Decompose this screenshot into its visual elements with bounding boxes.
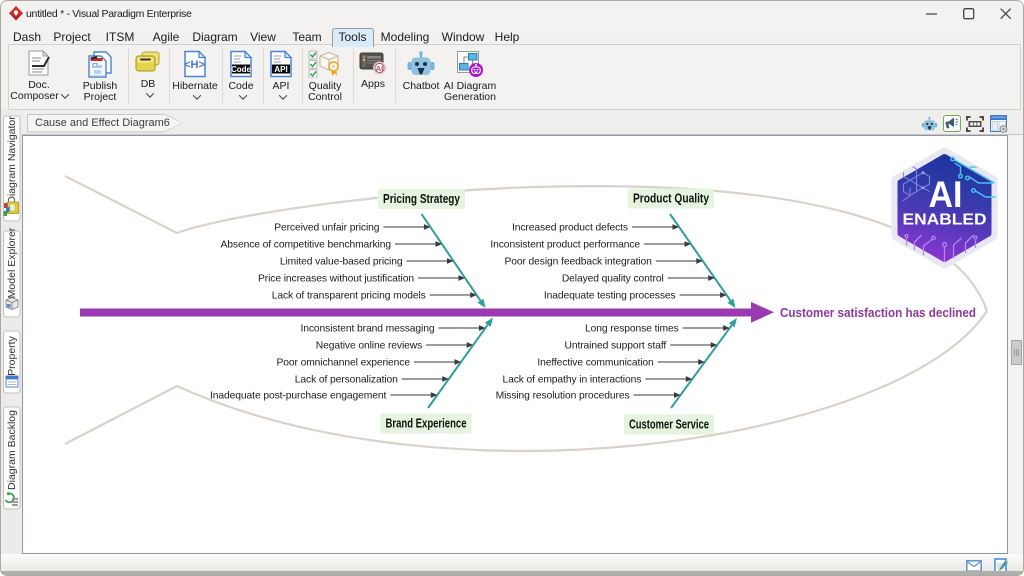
svg-text:Negative online reviews: Negative online reviews — [316, 341, 422, 352]
svg-text:Inconsistent brand messaging: Inconsistent brand messaging — [300, 324, 434, 335]
svg-text:Customer satisfaction has decl: Customer satisfaction has declined — [780, 305, 976, 320]
svg-text:Ineffective communication: Ineffective communication — [537, 358, 654, 369]
svg-text:Lack of transparent pricing mo: Lack of transparent pricing models — [272, 291, 426, 302]
svg-text:Long response times: Long response times — [585, 324, 679, 335]
svg-text:Increased product defects: Increased product defects — [512, 223, 628, 234]
svg-text:Missing resolution procedures: Missing resolution procedures — [496, 391, 630, 402]
svg-text:Pricing Strategy: Pricing Strategy — [383, 192, 460, 206]
svg-text:Customer Service: Customer Service — [629, 418, 709, 432]
svg-text:Inconsistent product performan: Inconsistent product performance — [490, 240, 640, 251]
svg-text:Price increases without justif: Price increases without justification — [258, 274, 414, 285]
svg-text:Perceived unfair pricing: Perceived unfair pricing — [274, 223, 380, 234]
svg-text:AI: AI — [929, 174, 963, 215]
svg-text:Untrained support staff: Untrained support staff — [565, 341, 667, 352]
svg-text:Brand Experience: Brand Experience — [386, 417, 467, 431]
svg-text:Absence of competitive benchma: Absence of competitive benchmarking — [221, 240, 392, 251]
svg-text:Lack of personalization: Lack of personalization — [295, 375, 398, 386]
svg-text:Poor omnichannel experience: Poor omnichannel experience — [276, 358, 410, 369]
svg-text:<H>: <H> — [184, 59, 205, 71]
svg-text:Code: Code — [231, 65, 252, 74]
svg-text:Lack of empathy in interaction: Lack of empathy in interactions — [502, 375, 641, 386]
svg-text:Delayed quality control: Delayed quality control — [562, 274, 664, 285]
svg-text:API: API — [274, 65, 287, 74]
svg-text:ENABLED: ENABLED — [903, 212, 987, 229]
svg-text:AI: AI — [376, 64, 384, 73]
svg-text:Inadequate post-purchase engag: Inadequate post-purchase engagement — [210, 391, 386, 402]
svg-text:Product Quality: Product Quality — [633, 192, 709, 206]
svg-text:Inadequate testing processes: Inadequate testing processes — [544, 291, 676, 302]
svg-text:Poor design feedback integrati: Poor design feedback integration — [504, 257, 652, 268]
svg-text:Limited value-based pricing: Limited value-based pricing — [280, 257, 403, 268]
